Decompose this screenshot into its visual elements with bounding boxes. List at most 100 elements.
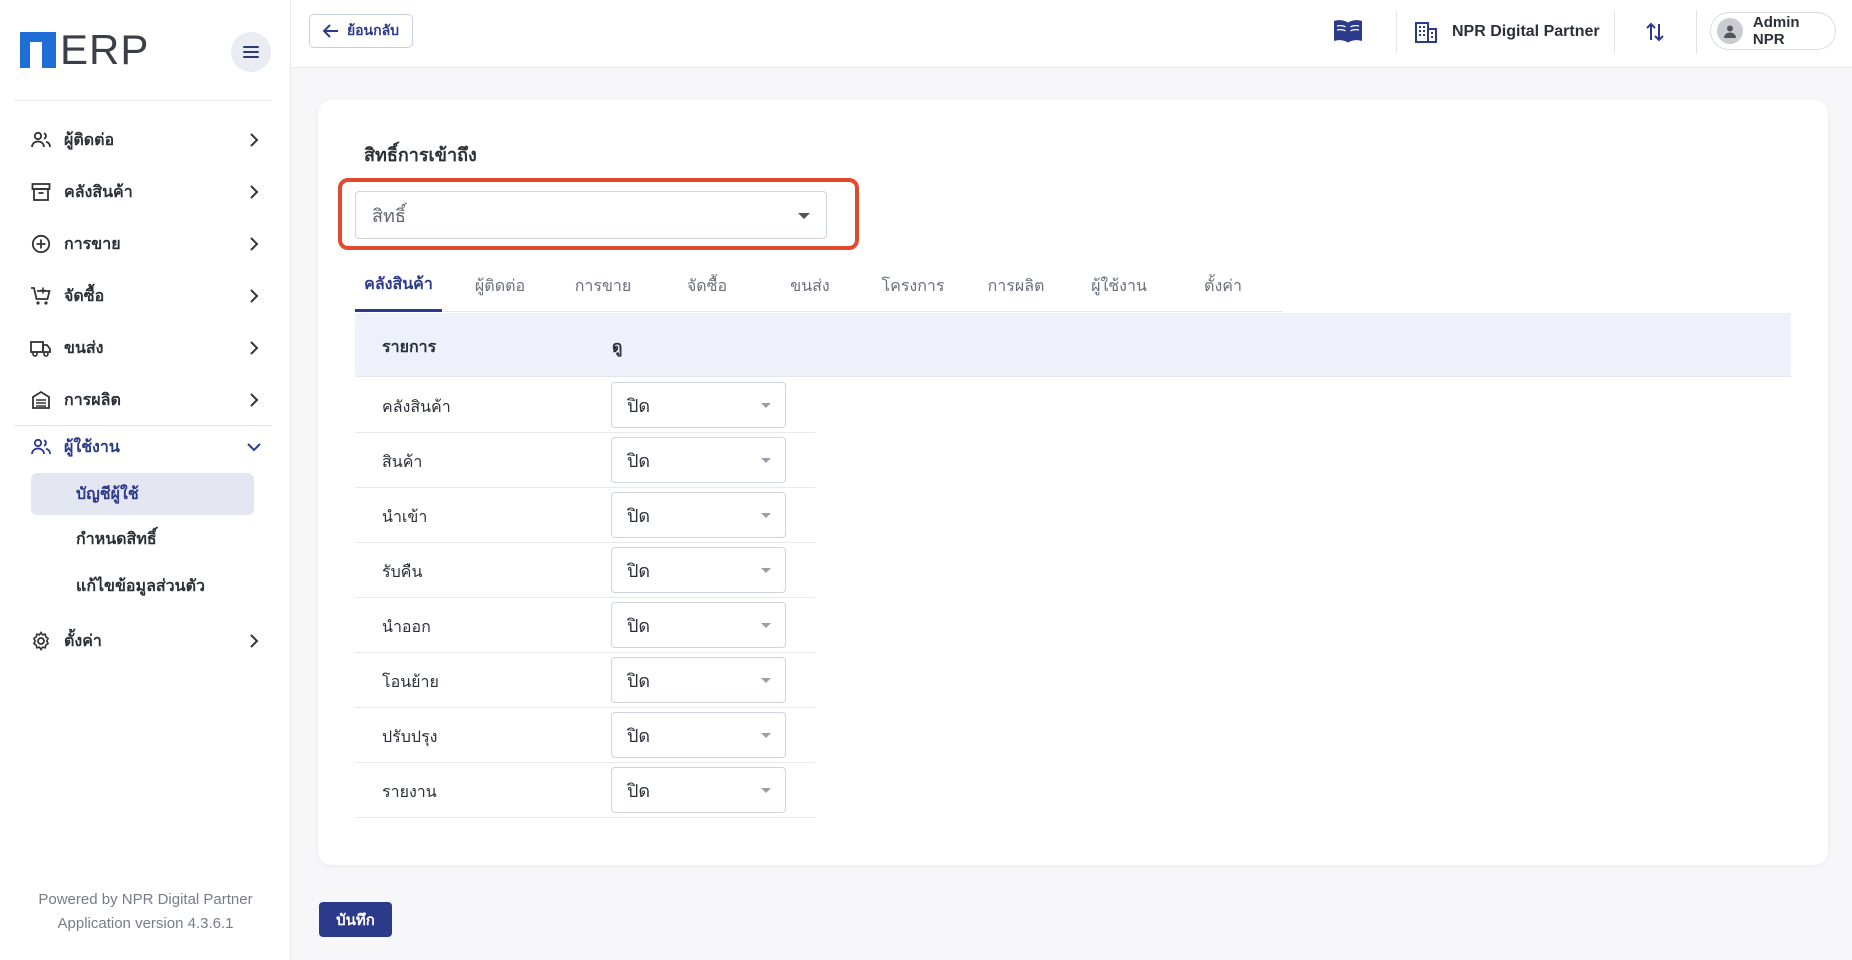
table-row: นำออก ปิด — [355, 598, 815, 653]
archive-box-icon — [30, 181, 52, 203]
table-row: ปรับปรุง ปิด — [355, 708, 815, 763]
caret-down-icon — [761, 513, 771, 518]
tab-sales[interactable]: การขาย — [553, 260, 653, 312]
caret-down-icon — [761, 458, 771, 463]
sidebar-subitem-edit-profile[interactable]: แก้ไขข้อมูลส่วนตัว — [31, 565, 254, 607]
plus-circle-icon — [30, 233, 52, 255]
row-name: สินค้า — [382, 454, 423, 471]
select-value: ปิด — [627, 615, 651, 636]
factory-icon — [30, 389, 52, 411]
tab-production[interactable]: การผลิต — [966, 260, 1066, 312]
chevron-right-icon — [246, 236, 262, 252]
sidebar-item-sales[interactable]: การขาย — [30, 227, 262, 261]
column-header-item: รายการ — [382, 339, 437, 356]
user-menu-button[interactable]: Admin NPR — [1710, 12, 1836, 50]
sidebar-item-shipping[interactable]: ขนส่ง — [30, 331, 262, 365]
top-bar: ย้อนกลับ NPR Digital Partner Admin NPR — [291, 0, 1852, 68]
logo-mark-icon — [20, 32, 56, 68]
select-value: ปิด — [627, 450, 651, 471]
sidebar-item-label: การขาย — [64, 235, 121, 253]
truck-icon — [30, 337, 52, 359]
sidebar-item-label: ตั้งค่า — [64, 632, 102, 650]
sidebar-item-label: ขนส่ง — [64, 339, 104, 357]
select-value: ปิด — [627, 395, 651, 416]
table-row: โอนย้าย ปิด — [355, 653, 815, 708]
select-value: ปิด — [627, 780, 651, 801]
save-button[interactable]: บันทึก — [319, 902, 392, 937]
select-value: ปิด — [627, 725, 651, 746]
view-permission-select[interactable]: ปิด — [611, 437, 786, 483]
permission-card: สิทธิ์การเข้าถึง สิทธิ์ คลังสินค้า ผู้ติ… — [318, 100, 1828, 865]
topbar-divider — [1614, 10, 1615, 54]
sidebar-item-label: การผลิต — [64, 391, 121, 409]
tab-users[interactable]: ผู้ใช้งาน — [1069, 260, 1169, 312]
view-permission-select[interactable]: ปิด — [611, 382, 786, 428]
menu-toggle-button[interactable] — [231, 32, 271, 72]
tab-projects[interactable]: โครงการ — [863, 260, 963, 312]
tab-shipping[interactable]: ขนส่ง — [760, 260, 860, 312]
gear-icon — [30, 630, 52, 652]
view-permission-select[interactable]: ปิด — [611, 492, 786, 538]
sidebar-divider — [14, 425, 272, 426]
sidebar-item-label: ผู้ใช้งาน — [64, 438, 120, 456]
sidebar-item-users[interactable]: ผู้ใช้งาน — [30, 430, 262, 464]
hamburger-icon — [243, 46, 259, 58]
table-row: นำเข้า ปิด — [355, 488, 815, 543]
role-select[interactable]: สิทธิ์ — [355, 191, 827, 239]
view-permission-select[interactable]: ปิด — [611, 712, 786, 758]
company-name: NPR Digital Partner — [1452, 23, 1600, 40]
row-name: นำออก — [382, 619, 431, 636]
chevron-right-icon — [246, 633, 262, 649]
row-name: ปรับปรุง — [382, 729, 438, 746]
column-header-view: ดู — [612, 339, 623, 356]
sidebar-item-contacts[interactable]: ผู้ติดต่อ — [30, 123, 262, 157]
tab-settings[interactable]: ตั้งค่า — [1173, 260, 1273, 312]
topbar-divider — [1696, 10, 1697, 54]
sidebar-subitem-permissions[interactable]: กำหนดสิทธิ์ — [31, 518, 254, 560]
app-logo[interactable]: ERP — [20, 29, 149, 71]
sidebar-item-settings[interactable]: ตั้งค่า — [30, 624, 262, 658]
chevron-down-icon — [246, 439, 262, 455]
tab-purchasing[interactable]: จัดซื้อ — [657, 260, 757, 312]
table-row: รายงาน ปิด — [355, 763, 815, 818]
back-button[interactable]: ย้อนกลับ — [309, 14, 413, 48]
back-button-label: ย้อนกลับ — [346, 22, 400, 38]
caret-down-icon — [761, 788, 771, 793]
chevron-right-icon — [246, 184, 262, 200]
caret-down-icon — [761, 733, 771, 738]
caret-down-icon — [761, 403, 771, 408]
manual-book-icon[interactable] — [1332, 18, 1364, 46]
sidebar-item-purchasing[interactable]: จัดซื้อ — [30, 279, 262, 313]
tab-contacts[interactable]: ผู้ติดต่อ — [450, 260, 550, 312]
swap-vertical-icon[interactable] — [1643, 20, 1667, 44]
table-header: รายการ ดู — [355, 313, 1791, 377]
view-permission-select[interactable]: ปิด — [611, 767, 786, 813]
row-name: โอนย้าย — [382, 674, 439, 691]
topbar-divider — [1396, 10, 1397, 54]
row-name: รายงาน — [382, 784, 437, 801]
sidebar-item-label: คลังสินค้า — [64, 183, 133, 201]
caret-down-icon — [761, 623, 771, 628]
sidebar-item-production[interactable]: การผลิต — [30, 383, 262, 417]
users-icon — [30, 436, 52, 458]
tab-inventory[interactable]: คลังสินค้า — [355, 260, 442, 312]
row-name: รับคืน — [382, 564, 423, 581]
section-title: สิทธิ์การเข้าถึง — [364, 145, 477, 165]
company-selector[interactable]: NPR Digital Partner — [1414, 16, 1600, 48]
view-permission-select[interactable]: ปิด — [611, 547, 786, 593]
sidebar-subitem-user-accounts[interactable]: บัญชีผู้ใช้ — [31, 473, 254, 515]
view-permission-select[interactable]: ปิด — [611, 657, 786, 703]
select-value: ปิด — [627, 670, 651, 691]
cart-plus-icon — [30, 285, 52, 307]
footer-info: Powered by NPR Digital Partner Applicati… — [0, 888, 291, 936]
role-select-value: สิทธิ์ — [372, 205, 406, 226]
sidebar-item-label: ผู้ติดต่อ — [64, 131, 115, 149]
user-name: Admin NPR — [1752, 14, 1800, 48]
view-permission-select[interactable]: ปิด — [611, 602, 786, 648]
table-row: คลังสินค้า ปิด — [355, 378, 815, 433]
contacts-icon — [30, 129, 52, 151]
version-text: Application version 4.3.6.1 — [57, 915, 234, 932]
sidebar-item-inventory[interactable]: คลังสินค้า — [30, 175, 262, 209]
caret-down-icon — [761, 678, 771, 683]
sidebar-item-label: จัดซื้อ — [64, 287, 105, 305]
